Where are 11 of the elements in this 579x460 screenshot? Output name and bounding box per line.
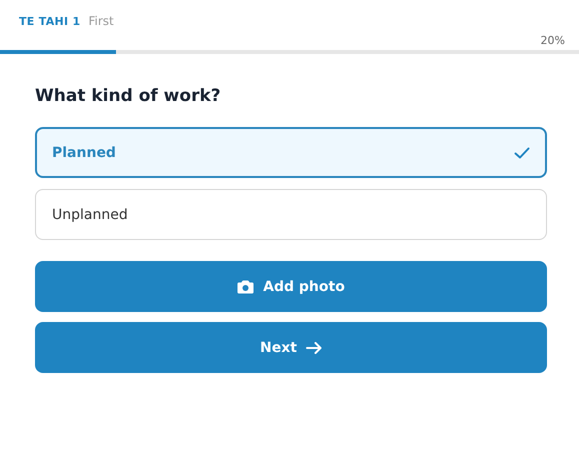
choice-option[interactable]: Planned — [35, 127, 547, 178]
step-label: TE TAHI 1 — [19, 15, 80, 28]
choice-option[interactable]: Unplanned — [35, 189, 547, 240]
next-button[interactable]: Next — [35, 322, 547, 373]
step-name: First — [88, 14, 114, 28]
add-photo-button[interactable]: Add photo — [35, 261, 547, 312]
camera-icon — [237, 280, 254, 294]
progress-percent: 20% — [540, 34, 565, 47]
arrow-right-icon — [306, 342, 322, 354]
check-icon — [514, 146, 530, 158]
question-heading: What kind of work? — [35, 86, 222, 106]
